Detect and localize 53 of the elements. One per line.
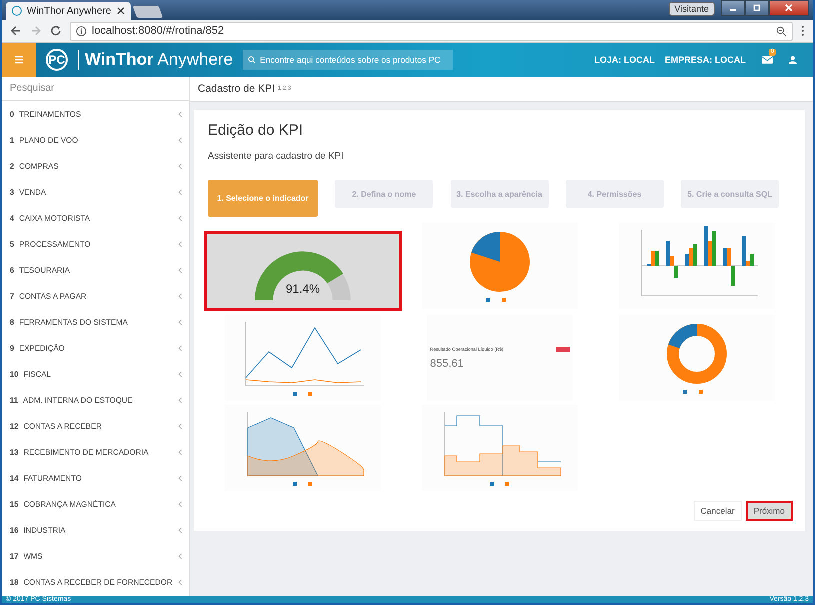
gauge-value: 91.4% xyxy=(286,282,320,296)
store-label: LOJA: LOCAL xyxy=(594,55,655,65)
address-field[interactable]: localhost:8080/#/rotina/852 xyxy=(70,22,793,40)
info-icon[interactable] xyxy=(76,26,87,36)
chevron-icon xyxy=(178,448,183,456)
menu-icon xyxy=(14,56,24,64)
chevron-icon xyxy=(178,214,183,222)
favicon-icon xyxy=(12,6,22,16)
page-title: Edição do KPI xyxy=(208,122,304,139)
search-icon xyxy=(248,56,256,64)
close-window-button[interactable] xyxy=(769,0,809,16)
close-icon[interactable] xyxy=(117,7,125,15)
page-heading: Cadastro de KPI xyxy=(198,83,276,95)
app-name: WinThor Anywhere xyxy=(78,50,234,70)
maximize-icon xyxy=(752,4,762,12)
company-label: EMPRESA: LOCAL xyxy=(665,55,746,65)
browser-tab[interactable]: WinThor Anywhere xyxy=(6,2,131,20)
next-button[interactable]: Próximo xyxy=(746,501,793,521)
kpi-value: 855,61 xyxy=(430,358,465,370)
tag-icon xyxy=(556,346,570,352)
chevron-icon xyxy=(178,344,183,352)
chevron-icon xyxy=(178,474,183,482)
chevron-icon xyxy=(178,526,183,534)
close-icon xyxy=(784,4,794,12)
chevron-icon xyxy=(178,136,183,144)
cancel-button[interactable]: Cancelar xyxy=(694,501,742,521)
chevron-icon xyxy=(178,292,183,300)
search-field[interactable]: Encontre aqui conteúdos sobre os produtos PC xyxy=(243,50,454,70)
mail-icon[interactable] xyxy=(762,56,773,64)
chevron-icon xyxy=(178,370,183,378)
chevron-icon xyxy=(178,552,183,560)
menu-icon[interactable] xyxy=(801,25,805,37)
chevron-icon xyxy=(178,240,183,248)
minimize-button[interactable] xyxy=(721,0,745,16)
zoom-icon[interactable] xyxy=(776,26,787,36)
reload-icon[interactable] xyxy=(50,25,62,37)
user-icon[interactable] xyxy=(789,56,797,64)
subtitle: Assistente para cadastro de KPI xyxy=(208,151,345,162)
chevron-icon xyxy=(178,162,183,170)
profile-button[interactable]: Visitante xyxy=(668,2,715,16)
chevron-icon xyxy=(178,578,183,586)
chevron-icon xyxy=(178,396,183,404)
indicator-option[interactable]: 91.4% xyxy=(204,231,402,311)
chevron-icon xyxy=(178,110,183,118)
chevron-icon xyxy=(178,318,183,326)
chevron-icon xyxy=(178,422,183,430)
back-icon[interactable] xyxy=(10,25,22,37)
new-tab-button[interactable] xyxy=(132,6,164,18)
logo: PC xyxy=(46,49,68,71)
chevron-icon xyxy=(178,188,183,196)
chevron-icon xyxy=(178,500,183,508)
maximize-button[interactable] xyxy=(745,0,769,16)
chevron-icon xyxy=(178,266,183,274)
